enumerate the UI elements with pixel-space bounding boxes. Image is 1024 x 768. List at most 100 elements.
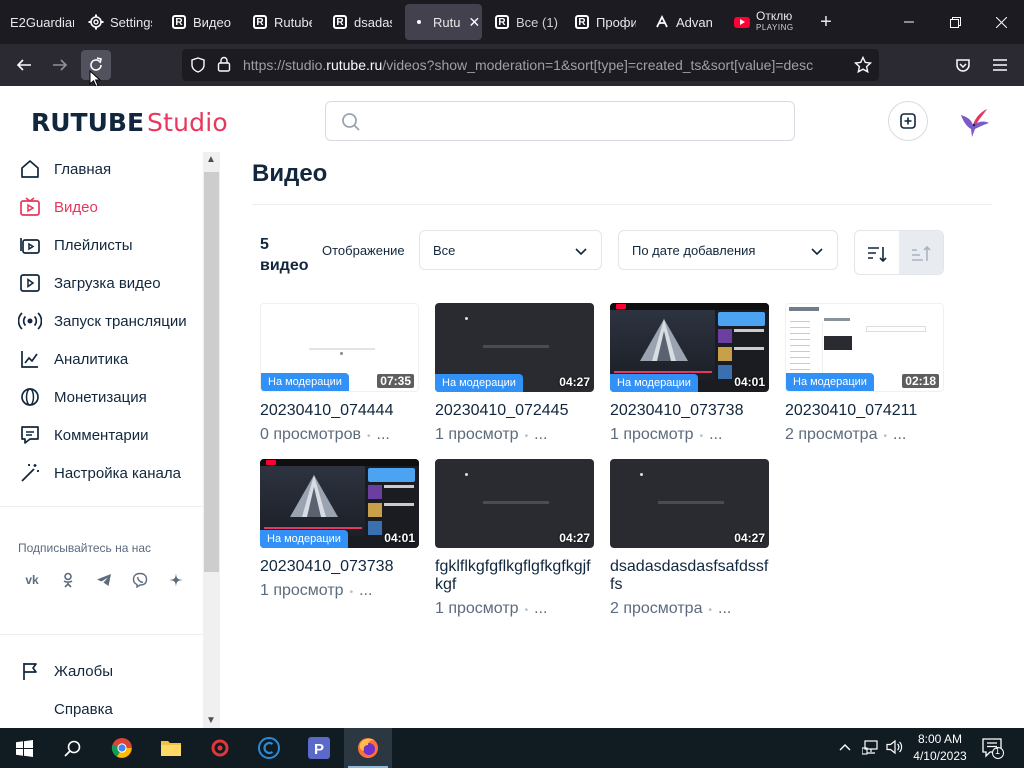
rutube-studio-logo[interactable]: RUTUBE Studio bbox=[31, 108, 228, 140]
scrollbar-thumb[interactable] bbox=[204, 172, 219, 572]
tab-dsadas[interactable]: R dsadas bbox=[332, 4, 392, 40]
notifications-icon[interactable]: 1 bbox=[982, 737, 1004, 762]
close-tab-icon[interactable]: ✕ bbox=[468, 14, 480, 31]
video-title[interactable]: fgklflkgfgflkgflgfkgfkgjfkgf bbox=[435, 558, 595, 594]
avatar[interactable] bbox=[955, 105, 991, 139]
more-options-button[interactable]: ... bbox=[534, 600, 547, 617]
video-views: 1 просмотр •... bbox=[610, 426, 722, 444]
views-count: 1 просмотр bbox=[435, 600, 519, 617]
video-duration: 04:01 bbox=[384, 531, 415, 545]
bookmark-star-icon[interactable] bbox=[848, 50, 878, 80]
scroll-up-icon[interactable]: ▲ bbox=[206, 154, 216, 165]
firefox-icon[interactable] bbox=[344, 728, 392, 768]
address-bar[interactable]: https://studio.rutube.ru/videos?show_mod… bbox=[182, 49, 879, 81]
back-button[interactable] bbox=[9, 50, 39, 80]
sort-descending-button[interactable] bbox=[855, 231, 899, 274]
video-duration: 04:27 bbox=[559, 531, 590, 545]
file-explorer-icon[interactable] bbox=[147, 728, 195, 768]
sidebar-item-help[interactable]: Справка bbox=[18, 694, 113, 724]
app-gear-icon[interactable] bbox=[196, 728, 244, 768]
tab-advanced[interactable]: Advan bbox=[654, 4, 716, 40]
network-icon[interactable] bbox=[861, 739, 880, 758]
new-tab-button[interactable]: + bbox=[814, 4, 838, 40]
sidebar-item-home[interactable]: Главная bbox=[18, 154, 111, 184]
ccleaner-icon[interactable] bbox=[245, 728, 293, 768]
pocket-icon[interactable] bbox=[948, 50, 978, 80]
sidebar-item-broadcast[interactable]: Запуск трансляции bbox=[18, 306, 187, 336]
video-title[interactable]: 20230410_074211 bbox=[785, 402, 945, 420]
sidebar-item-video[interactable]: Видео bbox=[18, 192, 98, 222]
video-title[interactable]: 20230410_072445 bbox=[435, 402, 595, 420]
video-thumbnail[interactable]: 07:35 На модерации bbox=[260, 303, 419, 392]
tab-e2guardian[interactable]: E2Guardian bbox=[4, 4, 74, 40]
more-options-button[interactable]: ... bbox=[359, 582, 372, 599]
volume-icon[interactable] bbox=[886, 739, 904, 758]
chevron-down-icon bbox=[811, 244, 823, 259]
sidebar-scrollbar[interactable]: ▲ ▼ bbox=[203, 152, 220, 728]
menu-icon[interactable] bbox=[985, 50, 1015, 80]
search-icon[interactable] bbox=[48, 728, 96, 768]
tab-profile[interactable]: R Профи bbox=[574, 4, 636, 40]
minimize-button[interactable] bbox=[886, 0, 932, 44]
video-thumbnail[interactable]: 02:18 На модерации bbox=[785, 303, 944, 392]
sidebar-item-playlists[interactable]: Плейлисты bbox=[18, 230, 133, 260]
shield-icon[interactable] bbox=[190, 57, 206, 78]
vk-icon[interactable]: vk bbox=[18, 566, 46, 594]
video-thumbnail[interactable]: 04:27 На модерации bbox=[435, 303, 594, 392]
tab-all[interactable]: R Все (1) bbox=[494, 4, 558, 40]
sidebar-item-analytics[interactable]: Аналитика bbox=[18, 344, 128, 374]
add-video-button[interactable] bbox=[888, 101, 928, 141]
video-thumbnail[interactable]: 04:01 На модерации bbox=[260, 459, 419, 548]
display-filter-select[interactable]: Все bbox=[419, 230, 602, 270]
video-title[interactable]: 20230410_073738 bbox=[260, 558, 420, 576]
more-options-button[interactable]: ... bbox=[534, 426, 547, 443]
separator-dot: • bbox=[349, 587, 354, 598]
close-window-button[interactable] bbox=[978, 0, 1024, 44]
tab-rutube-active[interactable]: Rutu ✕ bbox=[405, 4, 482, 40]
forward-button[interactable] bbox=[45, 50, 75, 80]
sidebar: Главная Видео Плейлисты Загрузка видео З… bbox=[0, 152, 220, 728]
sort-ascending-button[interactable] bbox=[899, 231, 943, 274]
gear-icon bbox=[88, 14, 104, 30]
more-options-button[interactable]: ... bbox=[709, 426, 722, 443]
views-count: 1 просмотр bbox=[610, 426, 694, 443]
video-title[interactable]: 20230410_073738 bbox=[610, 402, 770, 420]
tray-chevron-up-icon[interactable] bbox=[839, 740, 851, 754]
tab-rutube[interactable]: R Rutube bbox=[252, 4, 312, 40]
moderation-badge: На модерации bbox=[260, 530, 348, 548]
system-clock[interactable]: 8:00 AM 4/10/2023 bbox=[910, 731, 970, 765]
video-thumbnail[interactable]: 04:27 bbox=[610, 459, 769, 548]
scroll-down-icon[interactable]: ▼ bbox=[206, 715, 216, 726]
search-input[interactable] bbox=[325, 101, 795, 141]
title-divider bbox=[252, 204, 992, 205]
sidebar-item-monetization[interactable]: Монетизация bbox=[18, 382, 147, 412]
telegram-icon[interactable] bbox=[90, 566, 118, 594]
more-options-button[interactable]: ... bbox=[377, 426, 390, 443]
more-options-button[interactable]: ... bbox=[893, 426, 906, 443]
tab-youtube-playing[interactable]: Отклю PLAYING bbox=[734, 4, 796, 40]
tab-settings[interactable]: Settings bbox=[88, 4, 152, 40]
viber-icon[interactable] bbox=[126, 566, 154, 594]
video-title[interactable]: 20230410_074444 bbox=[260, 402, 420, 420]
sort-select[interactable]: По дате добавления bbox=[618, 230, 838, 270]
sort-order-toggle bbox=[854, 230, 944, 275]
video-thumbnail[interactable]: 04:27 bbox=[435, 459, 594, 548]
tab-video[interactable]: R Видео bbox=[171, 4, 233, 40]
video-thumbnail[interactable]: 04:01 На модерации bbox=[610, 303, 769, 392]
clock-date: 4/10/2023 bbox=[913, 749, 967, 763]
video-title[interactable]: dsadasdasdasfsafdssffs bbox=[610, 558, 770, 594]
zen-icon[interactable] bbox=[162, 566, 190, 594]
sidebar-item-complaints[interactable]: Жалобы bbox=[18, 656, 113, 686]
restore-button[interactable] bbox=[932, 0, 978, 44]
lock-icon[interactable] bbox=[217, 56, 231, 77]
p-app-icon[interactable]: P bbox=[295, 728, 343, 768]
windows-start-icon[interactable] bbox=[0, 728, 48, 768]
sidebar-item-upload[interactable]: Загрузка видео bbox=[18, 268, 161, 298]
ok-icon[interactable] bbox=[54, 566, 82, 594]
more-options-button[interactable]: ... bbox=[718, 600, 731, 617]
sidebar-item-channel-settings[interactable]: Настройка канала bbox=[18, 458, 181, 488]
sidebar-item-comments[interactable]: Комментарии bbox=[18, 420, 148, 450]
sidebar-item-label: Запуск трансляции bbox=[54, 312, 187, 330]
tab-title: Отклю bbox=[756, 9, 793, 23]
chrome-icon[interactable] bbox=[98, 728, 146, 768]
